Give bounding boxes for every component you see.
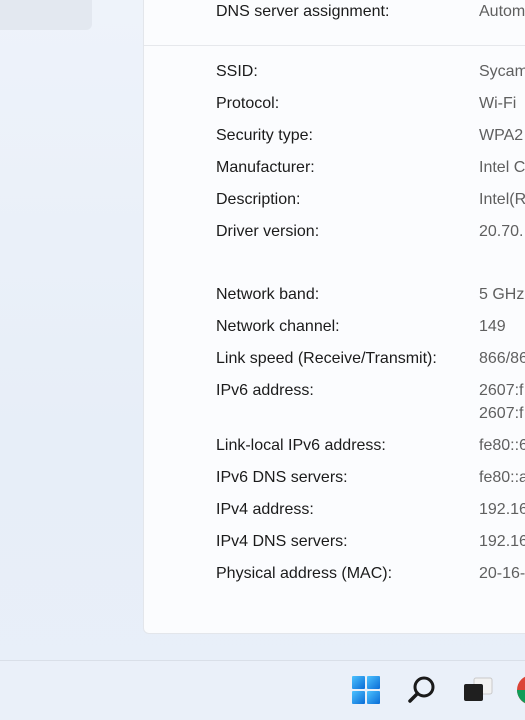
physical-address-value: 20-16- [479,565,525,582]
description-label: Description: [216,191,301,208]
ipv4-dns-servers-value: 192.16 [479,533,525,550]
section-divider [144,45,525,46]
network-band-label: Network band: [216,286,320,303]
ipv4-address-value: 192.16 [479,501,525,518]
manufacturer-value: Intel C [479,159,525,176]
network-channel-value: 149 [479,318,506,335]
dns-server-assignment-value: Autom [479,3,525,20]
driver-version-value: 20.70. [479,223,524,240]
description-value: Intel(R [479,191,525,208]
windows-start-icon[interactable] [350,674,382,706]
ipv6-address-value: 2607:f [479,382,524,399]
chrome-icon[interactable] [516,674,525,706]
search-icon[interactable] [406,674,438,706]
link-local-ipv6-value: fe80::6 [479,437,525,454]
manufacturer-label: Manufacturer: [216,159,315,176]
link-speed-value: 866/86 [479,350,525,367]
security-type-value: WPA2 [479,127,524,144]
security-type-label: Security type: [216,127,313,144]
link-speed-label: Link speed (Receive/Transmit): [216,350,437,367]
sidebar-nav-item[interactable] [0,0,92,30]
link-local-ipv6-label: Link-local IPv6 address: [216,437,386,454]
taskbar [0,660,525,720]
physical-address-label: Physical address (MAC): [216,565,393,582]
ipv4-dns-servers-label: IPv4 DNS servers: [216,533,348,550]
driver-version-label: Driver version: [216,223,320,240]
network-band-value: 5 GHz [479,286,525,303]
network-channel-label: Network channel: [216,318,340,335]
ipv6-address-label: IPv6 address: [216,382,314,399]
protocol-value: Wi-Fi [479,95,517,112]
protocol-label: Protocol: [216,95,280,112]
ssid-value: Sycam [479,63,525,80]
dns-server-assignment-label: DNS server assignment: [216,3,390,20]
ssid-label: SSID: [216,63,258,80]
ipv6-dns-servers-value: fe80::a [479,469,525,486]
ipv6-dns-servers-label: IPv6 DNS servers: [216,469,348,486]
ipv6-address-value-2: 2607:f [479,405,524,422]
task-view-icon[interactable] [462,674,494,706]
ipv4-address-label: IPv4 address: [216,501,314,518]
